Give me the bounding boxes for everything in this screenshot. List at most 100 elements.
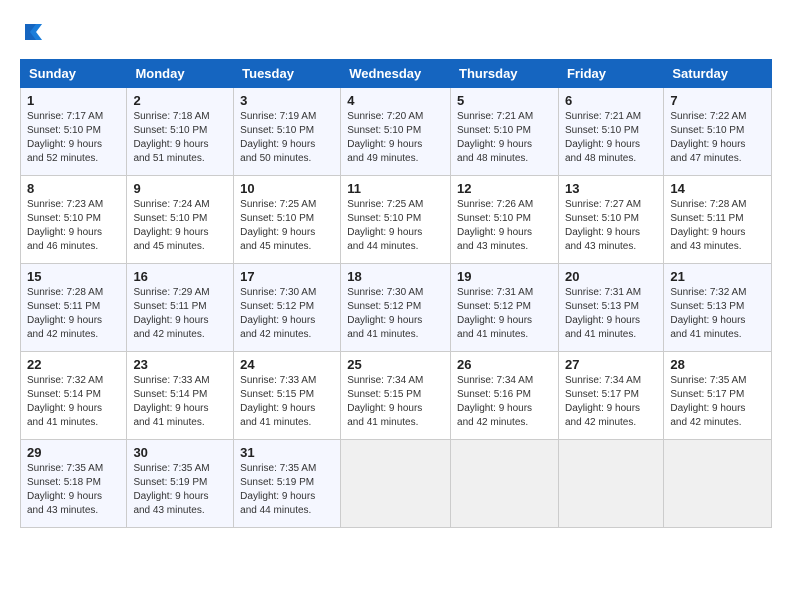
calendar-cell: 24 Sunrise: 7:33 AM Sunset: 5:15 PM Dayli… [234,351,341,439]
calendar-cell: 15 Sunrise: 7:28 AM Sunset: 5:11 PM Dayli… [21,263,127,351]
day-info: Sunrise: 7:32 AM Sunset: 5:14 PM Dayligh… [27,374,120,430]
calendar-week-row: 29 Sunrise: 7:35 AM Sunset: 5:18 PM Dayli… [21,439,772,527]
day-info: Sunrise: 7:28 AM Sunset: 5:11 PM Dayligh… [670,198,765,254]
calendar-cell [558,439,663,527]
day-number: 7 [670,93,765,108]
calendar-cell: 14 Sunrise: 7:28 AM Sunset: 5:11 PM Dayli… [664,175,772,263]
calendar-cell: 3Sunrise: 7:19 AM Sunset: 5:10 PM Daylig… [234,87,341,175]
day-number: 3 [240,93,334,108]
day-number: 29 [27,445,120,460]
day-info: Sunrise: 7:24 AM Sunset: 5:10 PM Dayligh… [133,198,227,254]
calendar-cell: 8 Sunrise: 7:23 AM Sunset: 5:10 PM Daylig… [21,175,127,263]
column-header-sunday: Sunday [21,59,127,87]
day-number: 1 [27,93,120,108]
calendar-cell: 10 Sunrise: 7:25 AM Sunset: 5:10 PM Dayli… [234,175,341,263]
day-number: 6 [565,93,657,108]
day-number: 23 [133,357,227,372]
calendar-cell: 5Sunrise: 7:21 AM Sunset: 5:10 PM Daylig… [451,87,559,175]
column-header-monday: Monday [127,59,234,87]
day-number: 20 [565,269,657,284]
calendar-week-row: 22 Sunrise: 7:32 AM Sunset: 5:14 PM Dayli… [21,351,772,439]
day-info: Sunrise: 7:23 AM Sunset: 5:10 PM Dayligh… [27,198,120,254]
calendar-cell: 7 Sunrise: 7:22 AM Sunset: 5:10 PM Daylig… [664,87,772,175]
day-info: Sunrise: 7:31 AM Sunset: 5:12 PM Dayligh… [457,286,552,342]
column-header-thursday: Thursday [451,59,559,87]
day-info: Sunrise: 7:35 AM Sunset: 5:18 PM Dayligh… [27,462,120,518]
logo [20,20,46,49]
day-number: 31 [240,445,334,460]
day-info: Sunrise: 7:33 AM Sunset: 5:14 PM Dayligh… [133,374,227,430]
calendar-week-row: 15 Sunrise: 7:28 AM Sunset: 5:11 PM Dayli… [21,263,772,351]
calendar-cell: 29 Sunrise: 7:35 AM Sunset: 5:18 PM Dayli… [21,439,127,527]
day-number: 13 [565,181,657,196]
day-number: 11 [347,181,444,196]
calendar-cell: 27 Sunrise: 7:34 AM Sunset: 5:17 PM Dayli… [558,351,663,439]
day-number: 28 [670,357,765,372]
day-number: 2 [133,93,227,108]
calendar-cell: 21 Sunrise: 7:32 AM Sunset: 5:13 PM Dayli… [664,263,772,351]
column-header-saturday: Saturday [664,59,772,87]
day-number: 30 [133,445,227,460]
day-number: 22 [27,357,120,372]
day-info: Sunrise: 7:20 AM Sunset: 5:10 PM Dayligh… [347,110,444,166]
day-info: Sunrise: 7:22 AM Sunset: 5:10 PM Dayligh… [670,110,765,166]
day-info: Sunrise: 7:35 AM Sunset: 5:19 PM Dayligh… [133,462,227,518]
day-info: Sunrise: 7:27 AM Sunset: 5:10 PM Dayligh… [565,198,657,254]
day-info: Sunrise: 7:32 AM Sunset: 5:13 PM Dayligh… [670,286,765,342]
day-info: Sunrise: 7:25 AM Sunset: 5:10 PM Dayligh… [240,198,334,254]
day-info: Sunrise: 7:34 AM Sunset: 5:15 PM Dayligh… [347,374,444,430]
day-info: Sunrise: 7:28 AM Sunset: 5:11 PM Dayligh… [27,286,120,342]
day-info: Sunrise: 7:21 AM Sunset: 5:10 PM Dayligh… [565,110,657,166]
calendar-cell: 1 Sunrise: 7:17 AM Sunset: 5:10 PM Daylig… [21,87,127,175]
day-number: 12 [457,181,552,196]
day-number: 19 [457,269,552,284]
column-header-wednesday: Wednesday [341,59,451,87]
calendar-cell: 31 Sunrise: 7:35 AM Sunset: 5:19 PM Dayli… [234,439,341,527]
day-number: 25 [347,357,444,372]
day-number: 24 [240,357,334,372]
day-number: 21 [670,269,765,284]
calendar-cell: 19 Sunrise: 7:31 AM Sunset: 5:12 PM Dayli… [451,263,559,351]
calendar-cell: 2 Sunrise: 7:18 AM Sunset: 5:10 PM Daylig… [127,87,234,175]
day-number: 5 [457,93,552,108]
day-info: Sunrise: 7:35 AM Sunset: 5:19 PM Dayligh… [240,462,334,518]
calendar-cell: 6 Sunrise: 7:21 AM Sunset: 5:10 PM Daylig… [558,87,663,175]
day-number: 26 [457,357,552,372]
day-info: Sunrise: 7:35 AM Sunset: 5:17 PM Dayligh… [670,374,765,430]
day-info: Sunrise: 7:18 AM Sunset: 5:10 PM Dayligh… [133,110,227,166]
calendar-week-row: 8 Sunrise: 7:23 AM Sunset: 5:10 PM Daylig… [21,175,772,263]
calendar-cell: 13 Sunrise: 7:27 AM Sunset: 5:10 PM Dayli… [558,175,663,263]
day-info: Sunrise: 7:25 AM Sunset: 5:10 PM Dayligh… [347,198,444,254]
calendar-cell: 25 Sunrise: 7:34 AM Sunset: 5:15 PM Dayli… [341,351,451,439]
calendar-cell: 12 Sunrise: 7:26 AM Sunset: 5:10 PM Dayli… [451,175,559,263]
calendar-cell [451,439,559,527]
day-info: Sunrise: 7:31 AM Sunset: 5:13 PM Dayligh… [565,286,657,342]
day-number: 15 [27,269,120,284]
calendar-cell: 11 Sunrise: 7:25 AM Sunset: 5:10 PM Dayli… [341,175,451,263]
calendar-cell: 30 Sunrise: 7:35 AM Sunset: 5:19 PM Dayli… [127,439,234,527]
calendar-cell: 4Sunrise: 7:20 AM Sunset: 5:10 PM Daylig… [341,87,451,175]
calendar-cell: 20 Sunrise: 7:31 AM Sunset: 5:13 PM Dayli… [558,263,663,351]
day-number: 27 [565,357,657,372]
day-info: Sunrise: 7:30 AM Sunset: 5:12 PM Dayligh… [240,286,334,342]
column-header-friday: Friday [558,59,663,87]
day-info: Sunrise: 7:33 AM Sunset: 5:15 PM Dayligh… [240,374,334,430]
day-number: 18 [347,269,444,284]
calendar-cell [664,439,772,527]
day-number: 8 [27,181,120,196]
calendar-cell [341,439,451,527]
calendar-cell: 18Sunrise: 7:30 AM Sunset: 5:12 PM Dayli… [341,263,451,351]
column-header-tuesday: Tuesday [234,59,341,87]
calendar-cell: 26 Sunrise: 7:34 AM Sunset: 5:16 PM Dayli… [451,351,559,439]
day-info: Sunrise: 7:34 AM Sunset: 5:16 PM Dayligh… [457,374,552,430]
day-info: Sunrise: 7:34 AM Sunset: 5:17 PM Dayligh… [565,374,657,430]
calendar-cell: 28 Sunrise: 7:35 AM Sunset: 5:17 PM Dayli… [664,351,772,439]
day-number: 14 [670,181,765,196]
day-info: Sunrise: 7:17 AM Sunset: 5:10 PM Dayligh… [27,110,120,166]
logo-flag-icon [22,20,46,44]
day-number: 10 [240,181,334,196]
day-number: 17 [240,269,334,284]
day-info: Sunrise: 7:26 AM Sunset: 5:10 PM Dayligh… [457,198,552,254]
day-number: 16 [133,269,227,284]
day-info: Sunrise: 7:29 AM Sunset: 5:11 PM Dayligh… [133,286,227,342]
